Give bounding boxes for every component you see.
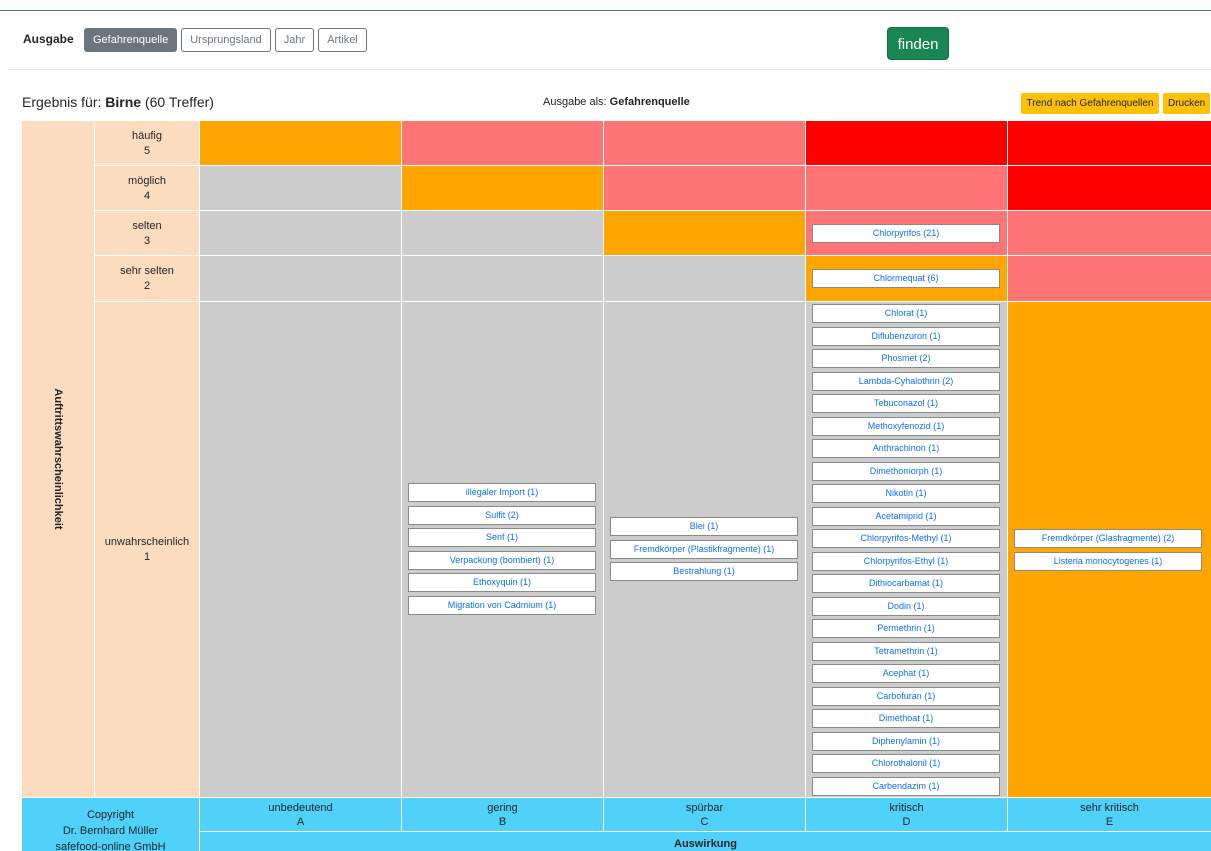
y-axis-label: Auftrittswahrscheinlichkeit bbox=[22, 121, 94, 797]
hazard-item[interactable]: Diflubenzuron (1) bbox=[812, 326, 1000, 346]
output-as-prefix: Ausgabe als: bbox=[543, 96, 607, 108]
mode-button-jahr[interactable]: Jahr bbox=[274, 28, 315, 52]
matrix-cell-4D bbox=[806, 166, 1007, 210]
risk-matrix: Auftrittswahrscheinlichkeit häufig 5 mög… bbox=[22, 121, 1211, 851]
hazard-item[interactable]: Fremdkörper (Plastikfragmente) (1) bbox=[610, 539, 798, 559]
matrix-cell-2C bbox=[604, 256, 805, 301]
hazard-item[interactable]: Dimethoat (1) bbox=[812, 709, 1000, 728]
matrix-cell-5A bbox=[200, 121, 401, 165]
row-header-moeglich: möglich 4 bbox=[95, 166, 199, 210]
hazard-item[interactable]: Senf (1) bbox=[408, 528, 596, 547]
mode-button-ursprungsland[interactable]: Ursprungsland bbox=[181, 28, 271, 52]
hazard-item[interactable]: Migration von Cadmium (1) bbox=[408, 595, 596, 615]
hazard-item[interactable]: Carbendazim (1) bbox=[812, 776, 1000, 796]
output-mode-group: Gefahrenquelle Ursprungsland Jahr Artike… bbox=[84, 28, 367, 52]
hazard-item[interactable]: Anthrachinon (1) bbox=[812, 439, 1000, 458]
col-header-kritisch: kritisch D bbox=[806, 798, 1007, 831]
matrix-cell-5B bbox=[402, 121, 603, 165]
hazard-item[interactable]: Chlorpyrifos-Methyl (1) bbox=[812, 529, 1000, 548]
hazard-item[interactable]: Acephat (1) bbox=[812, 664, 1000, 683]
copyright: Copyright Dr. Bernhard Müller safefood-o… bbox=[22, 798, 199, 851]
matrix-cell-4C bbox=[604, 166, 805, 210]
hazard-item[interactable]: Chlorpyrifos (21) bbox=[812, 224, 1000, 243]
hazard-item[interactable]: Verpackung (bombiert) (1) bbox=[408, 550, 596, 570]
hazard-item[interactable]: Diphenylamin (1) bbox=[812, 731, 1000, 751]
output-as-label: Ausgabe als: Gefahrenquelle bbox=[543, 96, 690, 108]
row-header-sehr-selten: sehr selten 2 bbox=[95, 256, 199, 301]
toolbar-divider bbox=[8, 69, 1211, 70]
hazard-item[interactable]: Dodin (1) bbox=[812, 596, 1000, 616]
col-header-spuerbar: spürbar C bbox=[604, 798, 805, 831]
print-button[interactable]: Drucken bbox=[1163, 93, 1210, 114]
x-axis-label: Auswirkung bbox=[200, 832, 1211, 851]
hazard-item[interactable]: illegaler Import (1) bbox=[408, 483, 596, 502]
matrix-cell-4B bbox=[402, 166, 603, 210]
matrix-cell-1B bbox=[402, 302, 603, 797]
hazard-item[interactable]: Chlorpyrifos-Ethyl (1) bbox=[812, 551, 1000, 571]
mode-button-artikel[interactable]: Artikel bbox=[318, 28, 367, 52]
row-header-haeufig: häufig 5 bbox=[95, 121, 199, 165]
trend-button[interactable]: Trend nach Gefahrenquellen bbox=[1021, 93, 1159, 114]
matrix-cell-3C bbox=[604, 211, 805, 255]
hazard-item[interactable]: Dithiocarbamat (1) bbox=[812, 574, 1000, 593]
hazard-item[interactable]: Tebuconazol (1) bbox=[812, 394, 1000, 413]
col-header-sehr-kritisch: sehr kritisch E bbox=[1008, 798, 1211, 831]
hazard-item[interactable]: Chlorothalonil (1) bbox=[812, 754, 1000, 773]
matrix-cell-1A bbox=[200, 302, 401, 797]
matrix-cell-5E bbox=[1008, 121, 1211, 165]
find-button[interactable]: finden bbox=[887, 27, 949, 60]
col-header-unbedeutend: unbedeutend A bbox=[200, 798, 401, 831]
hazard-item[interactable]: Ethoxyquin (1) bbox=[408, 573, 596, 592]
matrix-cell-4E bbox=[1008, 166, 1211, 210]
hazard-item[interactable]: Phosmet (2) bbox=[812, 349, 1000, 368]
output-label: Ausgabe bbox=[23, 32, 74, 46]
hazard-item[interactable]: Chlormequat (6) bbox=[812, 269, 1000, 288]
matrix-cell-4A bbox=[200, 166, 401, 210]
hazard-item[interactable]: Dimethomorph (1) bbox=[812, 461, 1000, 481]
matrix-cell-2A bbox=[200, 256, 401, 301]
hazard-item[interactable]: Permethrin (1) bbox=[812, 619, 1000, 638]
output-as-value: Gefahrenquelle bbox=[609, 96, 690, 108]
hazard-item[interactable]: Tetramethrin (1) bbox=[812, 641, 1000, 661]
hazard-item[interactable]: Listeria monocytogenes (1) bbox=[1014, 551, 1202, 571]
hazard-item[interactable]: Blei (1) bbox=[610, 517, 798, 536]
hazard-item[interactable]: Acetamiprid (1) bbox=[812, 506, 1000, 526]
matrix-cell-2B bbox=[402, 256, 603, 301]
hazard-item[interactable]: Nikotin (1) bbox=[812, 484, 1000, 503]
matrix-cell-3E bbox=[1008, 211, 1211, 255]
hazard-item[interactable]: Carbofuran (1) bbox=[812, 686, 1000, 706]
matrix-cell-2E bbox=[1008, 256, 1211, 301]
hazard-item[interactable]: Fremdkörper (Glasfragmente) (2) bbox=[1014, 529, 1202, 548]
result-count: (60 Treffer) bbox=[144, 94, 214, 110]
row-header-unwahrscheinlich: unwahrscheinlich 1 bbox=[95, 302, 199, 797]
hazard-item[interactable]: Chlorat (1) bbox=[812, 304, 1000, 323]
matrix-cell-3B bbox=[402, 211, 603, 255]
matrix-cell-3A bbox=[200, 211, 401, 255]
matrix-cell-5D bbox=[806, 121, 1007, 165]
col-header-gering: gering B bbox=[402, 798, 603, 831]
hazard-item[interactable]: Lambda-Cyhalothrin (2) bbox=[812, 371, 1000, 391]
mode-button-gefahrenquelle[interactable]: Gefahrenquelle bbox=[84, 28, 178, 52]
result-prefix: Ergebnis für: bbox=[22, 94, 102, 110]
row-header-selten: selten 3 bbox=[95, 211, 199, 255]
matrix-cell-1E bbox=[1008, 302, 1211, 797]
hazard-item[interactable]: Methoxyfenozid (1) bbox=[812, 416, 1000, 436]
result-title: Ergebnis für: Birne (60 Treffer) bbox=[22, 94, 214, 110]
hazard-item[interactable]: Sulfit (2) bbox=[408, 505, 596, 525]
matrix-cell-5C bbox=[604, 121, 805, 165]
result-product: Birne bbox=[105, 94, 142, 110]
hazard-item[interactable]: Bestrahlung (1) bbox=[610, 562, 798, 581]
